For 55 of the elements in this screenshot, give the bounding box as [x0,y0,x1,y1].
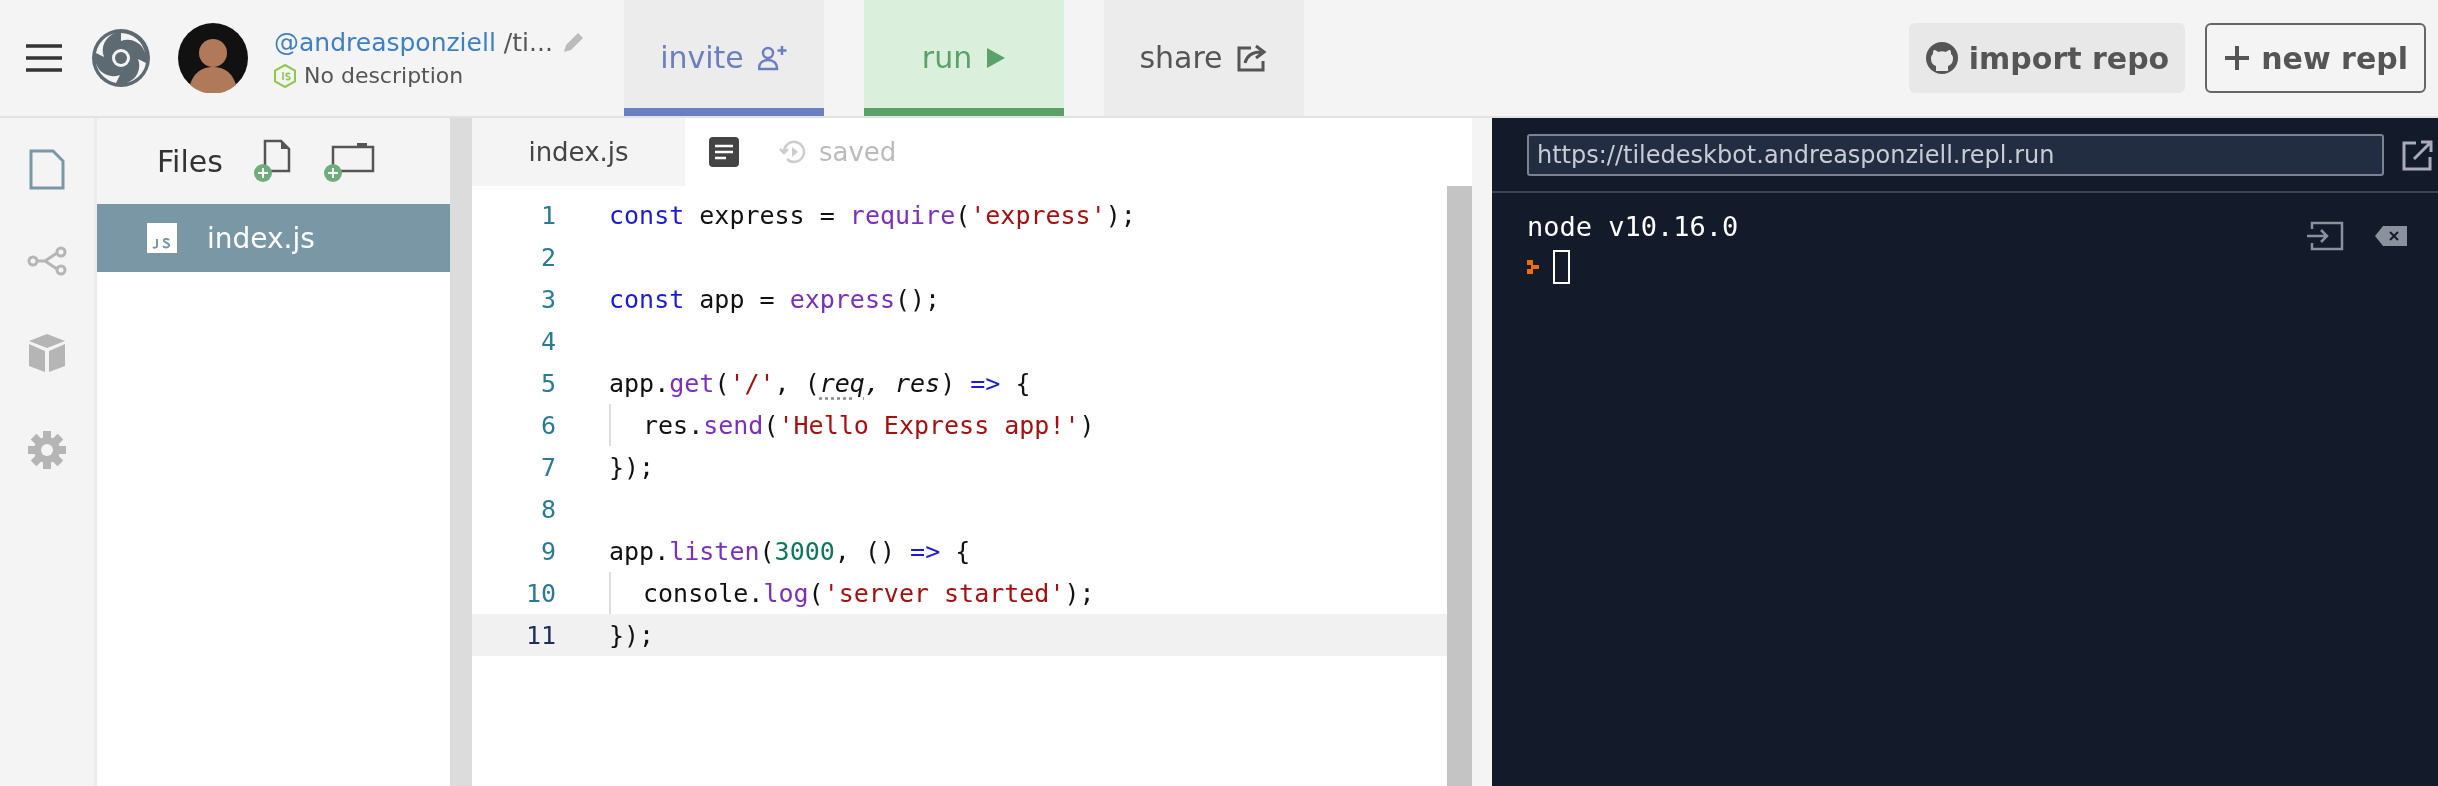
scrollbar[interactable] [1447,186,1472,786]
menu-button[interactable] [24,43,64,73]
username-link[interactable]: @andreasponziell [274,28,496,57]
invite-tab[interactable]: invite [624,0,824,116]
share-tab[interactable]: share [1104,0,1304,116]
code-line: app.listen(3000, () => { [609,536,971,566]
line-number: 2 [539,242,556,272]
github-icon [1924,41,1959,75]
line-number: 11 [524,620,556,650]
cube-icon [27,332,67,374]
code-line: const app = express(); [609,284,941,314]
settings-icon [27,430,67,470]
line-number: 6 [539,410,556,440]
code-line: app.get('/', (req, res) => { [609,368,1031,398]
save-status: saved [819,137,897,167]
file-item[interactable]: index.js [97,204,450,272]
code-line: const express = require('express'); [609,200,1136,230]
new-file-button[interactable] [252,139,293,183]
code-line: }); [609,620,655,650]
line-number: 10 [524,578,556,608]
input-icon[interactable] [2306,221,2344,251]
share-box-icon [1236,43,1269,72]
add-user-icon [757,44,788,71]
line-number: 1 [539,200,556,230]
line-number: 5 [539,368,556,398]
code-line: res.send('Hello Express app!') [609,404,1095,446]
line-number: 7 [539,452,556,482]
line-number: 3 [539,284,556,314]
editor-tab[interactable]: index.js [472,118,685,186]
line-number: 4 [539,326,556,356]
clear-icon[interactable] [2374,225,2408,247]
repl-description: No description [304,63,464,88]
avatar-icon [178,23,248,93]
line-number: 8 [539,494,556,524]
plus-icon [2223,44,2252,72]
repl-name: /ti... [503,28,553,57]
js-file-icon [147,223,177,253]
share-icon [26,246,68,276]
console-output: node v10.16.0 [1527,211,1739,242]
file-icon [28,148,66,190]
url-field[interactable]: https://tiledeskbot.andreasponziell.repl.run [1527,133,2384,176]
new-button[interactable]: new repl [2205,23,2426,93]
play-icon [986,46,1007,69]
sidebar-item[interactable] [28,148,66,190]
code-line: }); [609,452,655,482]
open-external-icon[interactable] [2402,138,2434,171]
format-button[interactable] [709,137,739,167]
console-cursor [1553,250,1570,284]
node-icon [274,63,296,88]
prompt-icon [1527,260,1539,274]
files-title: Files [157,143,223,179]
logo-icon [90,27,152,89]
file-name: index.js [207,221,315,255]
line-number: 9 [539,536,556,566]
import-button[interactable]: import repo [1908,23,2186,93]
